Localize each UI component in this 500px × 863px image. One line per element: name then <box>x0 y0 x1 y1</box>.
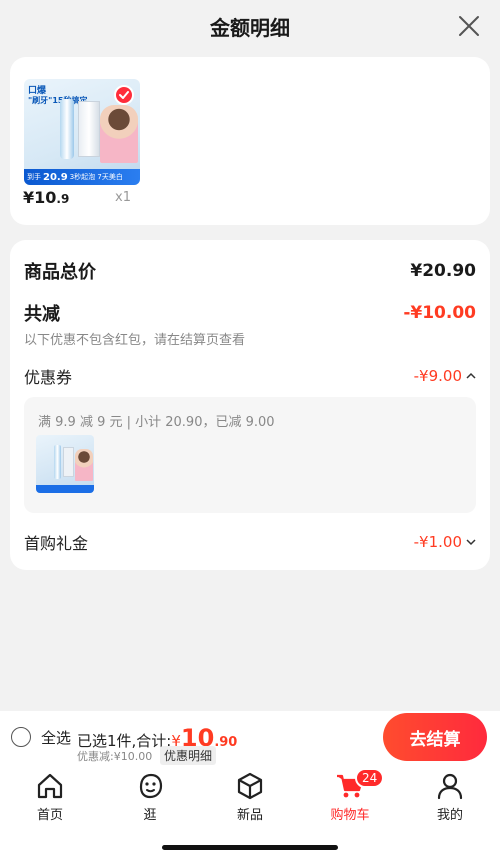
tab-home-label: 首页 <box>36 808 63 823</box>
strip-prefix: 到手 <box>27 173 41 181</box>
total-label: 商品总价 <box>24 262 96 283</box>
amount-detail-card: 商品总价 ¥20.90 共减 -¥10.00 以下优惠不包含红包，请在结算页查看… <box>10 240 490 570</box>
tab-cart-label: 购物车 <box>330 808 370 823</box>
discount-detail-link[interactable]: 优惠明细 <box>160 746 217 765</box>
reduce-label: 共减 <box>24 304 60 325</box>
select-all-radio[interactable] <box>11 727 31 747</box>
first-purchase-label: 首购礼金 <box>24 534 89 553</box>
amount-dec: .90 <box>214 735 238 750</box>
item-quantity: x1 <box>115 190 131 205</box>
tab-home[interactable]: 首页 <box>10 771 90 825</box>
page-title: 金额明细 <box>210 15 290 40</box>
tab-cart[interactable]: 24 购物车 <box>310 768 390 825</box>
reduce-note: 以下优惠不包含红包，请在结算页查看 <box>24 333 246 348</box>
tab-browse[interactable]: 逛 <box>110 771 190 825</box>
browse-face-icon <box>139 773 163 799</box>
strip-price: 20.9 <box>43 171 68 183</box>
toothpaste-tube-graphic <box>60 99 74 159</box>
coupon-row[interactable]: 优惠券 -¥9.00 <box>24 364 476 388</box>
coupon-description: 满 9.9 减 9 元 | 小计 20.90，已减 9.00 <box>38 415 275 430</box>
chevron-up-icon[interactable] <box>466 372 476 380</box>
checkout-button[interactable]: 去结算 <box>383 713 487 761</box>
selected-check-icon[interactable] <box>114 85 134 105</box>
close-button[interactable] <box>456 13 482 39</box>
coupon-detail-box: 满 9.9 减 9 元 | 小计 20.90，已减 9.00 <box>24 397 476 513</box>
item-price-int: 10 <box>34 188 57 207</box>
total-value: ¥20.90 <box>410 261 476 281</box>
discount-note: 优惠减:¥10.00 <box>77 750 153 763</box>
tab-me[interactable]: 我的 <box>410 771 490 825</box>
product-item[interactable]: 口爆 "刷牙"15秒搞定 到手 20.9 3秒起泡 7天美白 <box>24 79 140 239</box>
coupon-value: -¥9.00 <box>413 367 462 385</box>
strip-text: 3秒起泡 7天美白 <box>69 173 123 181</box>
checkout-bar: 全选 已选1件,合计:¥10.90 优惠减:¥10.00 优惠明细 去结算 <box>0 711 500 767</box>
coupon-value-wrap[interactable]: -¥9.00 <box>414 367 476 385</box>
chevron-down-icon[interactable] <box>466 538 476 546</box>
first-purchase-value: -¥1.00 <box>413 533 462 551</box>
item-price: ¥10.9 <box>23 188 69 207</box>
product-image-strip: 到手 20.9 3秒起泡 7天美白 <box>24 169 140 185</box>
reduce-value: -¥10.00 <box>403 303 476 323</box>
tab-browse-label: 逛 <box>143 808 157 823</box>
tab-me-label: 我的 <box>436 808 463 823</box>
item-price-dec: .9 <box>56 192 70 206</box>
person-icon <box>437 773 463 800</box>
product-image[interactable]: 口爆 "刷牙"15秒搞定 到手 20.9 3秒起泡 7天美白 <box>24 79 140 185</box>
home-icon <box>37 773 63 799</box>
close-icon[interactable] <box>458 15 480 37</box>
model-graphic <box>100 105 138 163</box>
select-all-label[interactable]: 全选 <box>41 727 71 748</box>
toothpaste-box-graphic <box>78 101 100 157</box>
first-purchase-value-wrap[interactable]: -¥1.00 <box>414 533 476 551</box>
cart-count-badge: 24 <box>355 768 385 788</box>
tab-new[interactable]: 新品 <box>210 771 290 825</box>
cube-icon <box>237 772 263 800</box>
product-card: 口爆 "刷牙"15秒搞定 到手 20.9 3秒起泡 7天美白 ¥10.9 x1 <box>10 57 490 225</box>
home-indicator <box>162 845 338 850</box>
coupon-label: 优惠券 <box>24 368 73 387</box>
header: 金额明细 <box>0 0 500 52</box>
item-price-symbol: ¥ <box>23 188 35 207</box>
tab-new-label: 新品 <box>236 808 263 823</box>
coupon-product-thumbnail <box>36 435 94 493</box>
reduce-row: 共减 -¥10.00 <box>24 300 476 326</box>
first-purchase-row[interactable]: 首购礼金 -¥1.00 <box>24 530 476 554</box>
total-row: 商品总价 ¥20.90 <box>24 258 476 284</box>
